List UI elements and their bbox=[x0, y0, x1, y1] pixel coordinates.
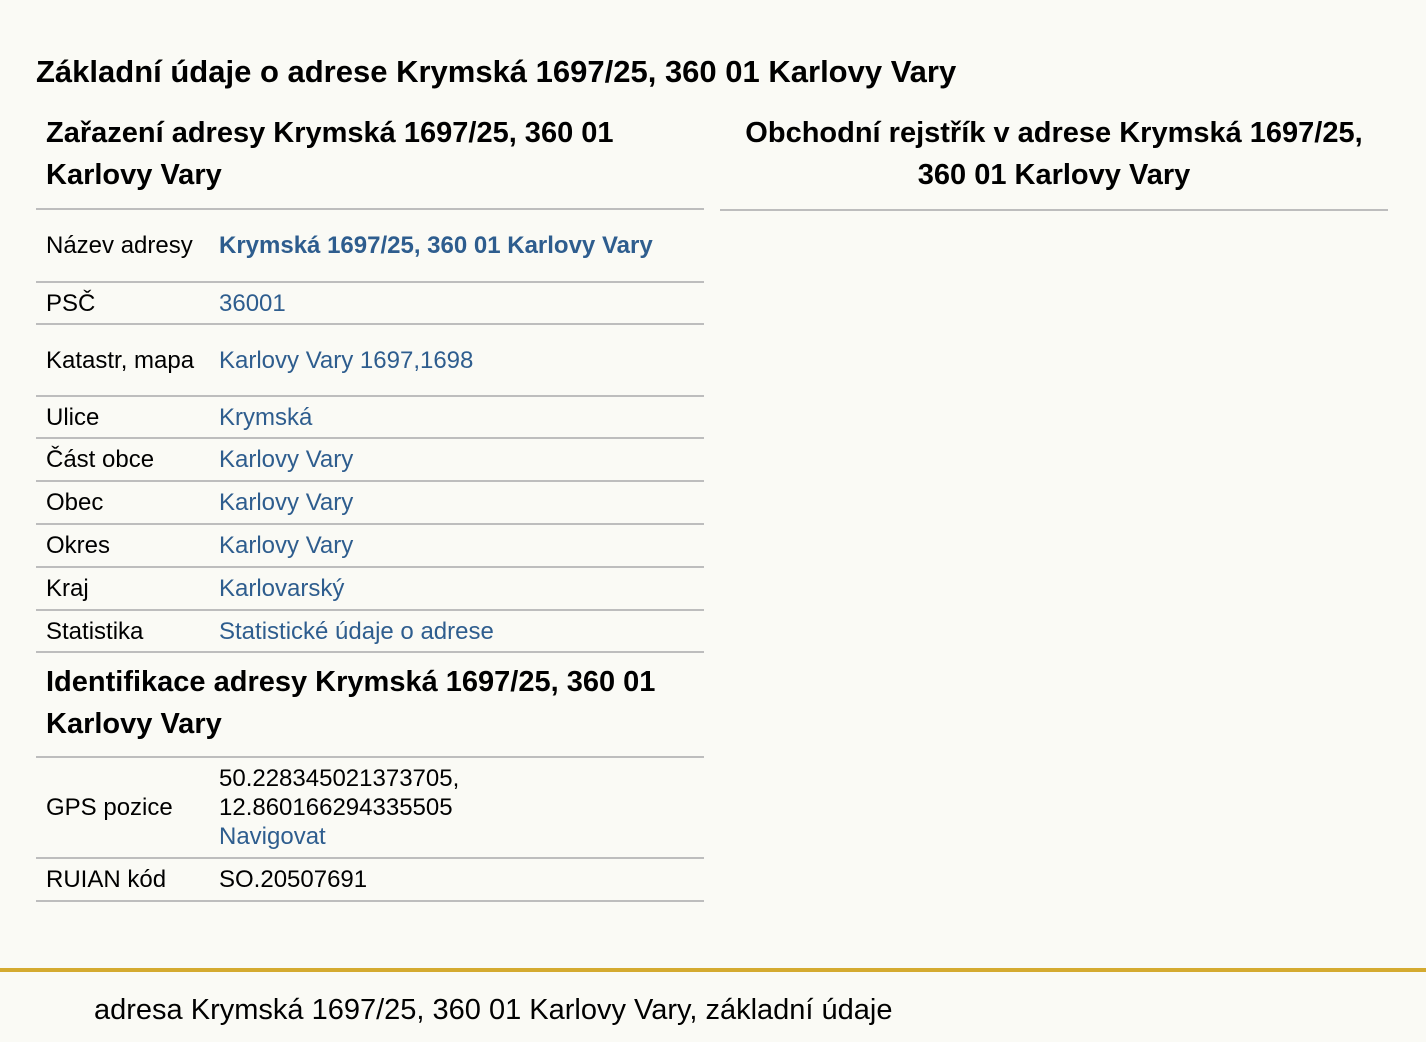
footer: adresa Krymská 1697/25, 360 01 Karlovy V… bbox=[0, 968, 1426, 1042]
table-row: Statistika Statistické údaje o adrese bbox=[36, 610, 704, 653]
gps-value: 50.228345021373705, 12.860166294335505 N… bbox=[209, 758, 704, 859]
table-row: Název adresy Krymská 1697/25, 360 01 Kar… bbox=[36, 210, 704, 283]
address-info-column: Zařazení adresy Krymská 1697/25, 360 01 … bbox=[36, 112, 704, 902]
row-label-cast-obce: Část obce bbox=[36, 438, 209, 482]
cast-obce-link[interactable]: Karlovy Vary bbox=[219, 446, 353, 473]
table-row: Obec Karlovy Vary bbox=[36, 481, 704, 525]
statistika-link[interactable]: Statistické údaje o adrese bbox=[219, 618, 494, 645]
row-label-nazev-adresy: Název adresy bbox=[36, 210, 209, 283]
row-label-katastr: Katastr, mapa bbox=[36, 324, 209, 397]
row-label-okres: Okres bbox=[36, 524, 209, 568]
row-label-kraj: Kraj bbox=[36, 567, 209, 611]
address-name-link[interactable]: Krymská 1697/25, 360 01 Karlovy Vary bbox=[219, 232, 653, 259]
row-label-ulice: Ulice bbox=[36, 396, 209, 439]
row-label-ruian: RUIAN kód bbox=[36, 858, 209, 902]
table-row: Ulice Krymská bbox=[36, 396, 704, 439]
psc-link[interactable]: 36001 bbox=[219, 290, 286, 317]
gps-latitude: 50.228345021373705, bbox=[219, 765, 460, 792]
ruian-value: SO.20507691 bbox=[209, 858, 704, 902]
table-row: Okres Karlovy Vary bbox=[36, 524, 704, 568]
okres-link[interactable]: Karlovy Vary bbox=[219, 532, 353, 559]
zarazeni-table: Název adresy Krymská 1697/25, 360 01 Kar… bbox=[36, 210, 704, 653]
obec-link[interactable]: Karlovy Vary bbox=[219, 489, 353, 516]
kraj-link[interactable]: Karlovarský bbox=[219, 575, 344, 602]
ulice-link[interactable]: Krymská bbox=[219, 404, 312, 431]
gps-longitude: 12.860166294335505 bbox=[219, 794, 453, 821]
table-row: RUIAN kód SO.20507691 bbox=[36, 858, 704, 902]
table-row: Kraj Karlovarský bbox=[36, 567, 704, 611]
table-row: GPS pozice 50.228345021373705, 12.860166… bbox=[36, 758, 704, 859]
table-row: PSČ 36001 bbox=[36, 282, 704, 325]
business-register-column: Obchodní rejstřík v adrese Krymská 1697/… bbox=[720, 112, 1388, 211]
page-title: Základní údaje o adrese Krymská 1697/25,… bbox=[36, 54, 957, 89]
table-row: Katastr, mapa Karlovy Vary 1697,1698 bbox=[36, 324, 704, 397]
navigate-link[interactable]: Navigovat bbox=[219, 823, 326, 850]
identifikace-table: GPS pozice 50.228345021373705, 12.860166… bbox=[36, 758, 704, 902]
footer-text: adresa Krymská 1697/25, 360 01 Karlovy V… bbox=[94, 994, 893, 1026]
identifikace-heading: Identifikace adresy Krymská 1697/25, 360… bbox=[36, 653, 704, 758]
row-label-gps: GPS pozice bbox=[36, 758, 209, 859]
zarazeni-heading: Zařazení adresy Krymská 1697/25, 360 01 … bbox=[36, 112, 704, 210]
table-row: Část obce Karlovy Vary bbox=[36, 438, 704, 482]
row-label-obec: Obec bbox=[36, 481, 209, 525]
row-label-statistika: Statistika bbox=[36, 610, 209, 653]
katastr-link[interactable]: Karlovy Vary 1697,1698 bbox=[219, 347, 473, 374]
obchodni-rejstrik-heading: Obchodní rejstřík v adrese Krymská 1697/… bbox=[720, 112, 1388, 211]
row-label-psc: PSČ bbox=[36, 282, 209, 325]
